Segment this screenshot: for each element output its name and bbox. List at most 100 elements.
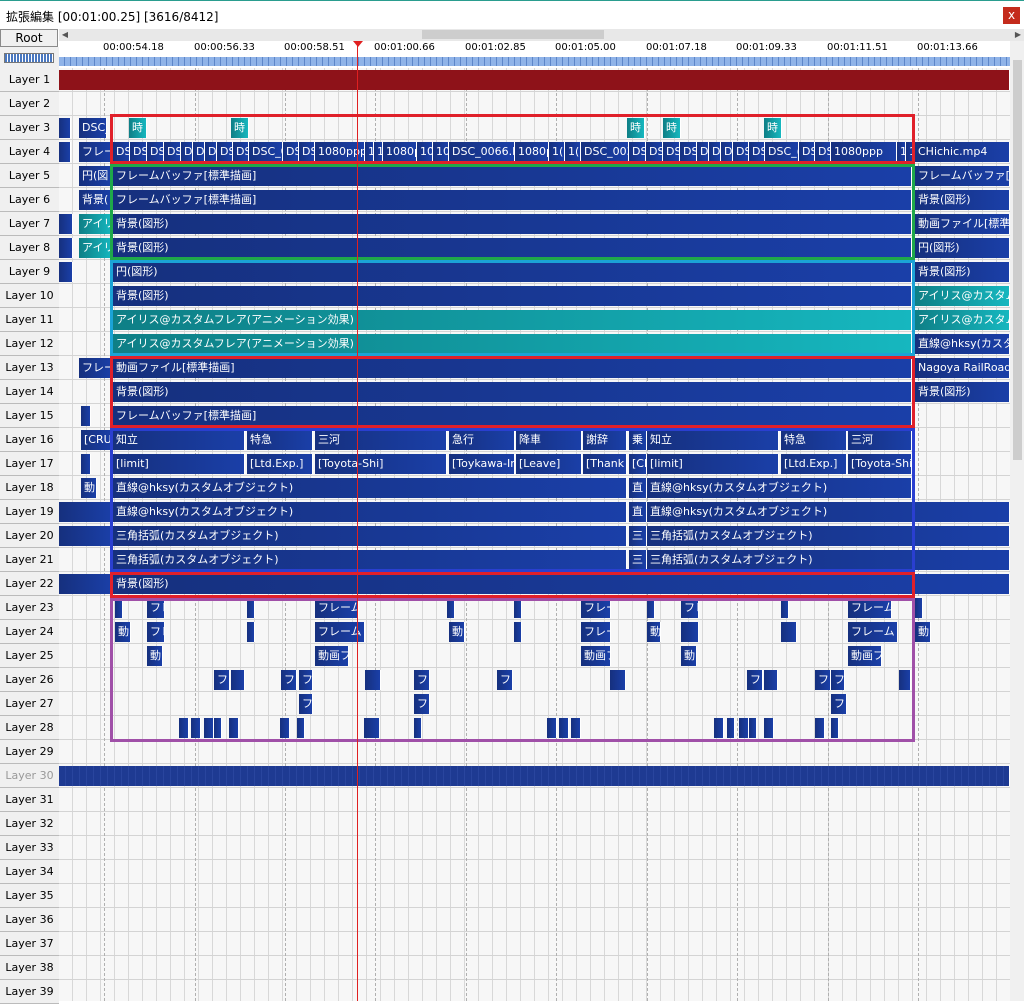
clip[interactable]: [59, 526, 113, 546]
clip[interactable]: [571, 718, 581, 738]
clip[interactable]: [514, 598, 522, 618]
layer-label[interactable]: Layer 15: [0, 404, 59, 428]
layer-label[interactable]: Layer 33: [0, 836, 59, 860]
clip[interactable]: [Leave]: [516, 454, 582, 474]
clip[interactable]: 動画ファイル[標準描画: [915, 214, 1010, 234]
clip[interactable]: 急行: [449, 430, 515, 450]
clip[interactable]: [781, 622, 797, 642]
clip[interactable]: 直: [629, 502, 647, 522]
clip[interactable]: [749, 718, 757, 738]
clip[interactable]: 直線@hksy(カスタムオブジェクト): [113, 478, 627, 498]
layer-label[interactable]: Layer 21: [0, 548, 59, 572]
clip[interactable]: 背景(図形): [915, 190, 1010, 210]
layer-label[interactable]: Layer 37: [0, 932, 59, 956]
clip[interactable]: フレ: [747, 670, 763, 690]
clip[interactable]: [247, 598, 255, 618]
clip[interactable]: [limit]: [113, 454, 245, 474]
clip[interactable]: DSC_0066.M(: [449, 142, 515, 162]
clip[interactable]: [764, 718, 774, 738]
clip[interactable]: [414, 718, 422, 738]
clip[interactable]: 1080p: [515, 142, 549, 162]
clip[interactable]: [Cl: [629, 454, 647, 474]
clip[interactable]: [204, 718, 214, 738]
clip[interactable]: フレ: [815, 670, 831, 690]
clip[interactable]: DSC_(: [765, 142, 799, 162]
timeline-area[interactable]: DSC_( 時 時 時 時 時 フレー DS DS DS DS D D D DS…: [59, 68, 1010, 1001]
zoom-slider[interactable]: [4, 53, 54, 63]
clip[interactable]: [Ltd.Exp.]: [781, 454, 847, 474]
clip[interactable]: フレーム: [315, 598, 359, 618]
clip[interactable]: 動画フ: [581, 646, 611, 666]
layer-label[interactable]: Layer 23: [0, 596, 59, 620]
clip[interactable]: 1(: [565, 142, 581, 162]
clip[interactable]: [Thank y: [583, 454, 627, 474]
clip[interactable]: DSC_003(: [581, 142, 629, 162]
clip[interactable]: 直: [629, 478, 647, 498]
clip[interactable]: フレー: [581, 622, 611, 642]
clip[interactable]: 直線@hksy(カスタム: [915, 334, 1010, 354]
clip[interactable]: フレ: [147, 598, 165, 618]
clip[interactable]: D: [205, 142, 217, 162]
clip[interactable]: 動: [915, 622, 931, 642]
clip[interactable]: 背景(図形): [915, 262, 1010, 282]
clip[interactable]: [364, 718, 380, 738]
time-ruler[interactable]: 00:00:54.18 00:00:56.33 00:00:58.51 00:0…: [59, 41, 1024, 57]
clip[interactable]: 動画フ: [315, 646, 349, 666]
clip[interactable]: 1080p: [383, 142, 417, 162]
layer-label[interactable]: Layer 34: [0, 860, 59, 884]
clip[interactable]: [Toyota-Shi]: [848, 454, 912, 474]
layer-label[interactable]: Layer 27: [0, 692, 59, 716]
clip[interactable]: [514, 622, 522, 642]
clip[interactable]: 三角括弧(カスタムオブジェクト): [647, 526, 1010, 546]
clip[interactable]: フレー: [581, 598, 611, 618]
clip[interactable]: 背景(図形): [915, 382, 1010, 402]
clip[interactable]: フレ: [299, 670, 313, 690]
root-button[interactable]: Root: [0, 29, 58, 47]
layer-label[interactable]: Layer 5: [0, 164, 59, 188]
clip[interactable]: [815, 718, 825, 738]
clip[interactable]: フレ: [281, 670, 297, 690]
clip[interactable]: [764, 670, 778, 690]
clip[interactable]: [681, 622, 699, 642]
clip[interactable]: フレ: [414, 670, 430, 690]
clip[interactable]: [59, 574, 113, 594]
clip[interactable]: DS: [299, 142, 315, 162]
clip[interactable]: [CRUS: [81, 430, 113, 450]
clip[interactable]: 三角括弧(カスタムオブジェクト): [647, 550, 1010, 570]
layer-label[interactable]: Layer 29: [0, 740, 59, 764]
clip[interactable]: フレ: [681, 598, 699, 618]
layer-label[interactable]: Layer 39: [0, 980, 59, 1004]
layer-label[interactable]: Layer 19: [0, 500, 59, 524]
clip[interactable]: [81, 454, 91, 474]
clip[interactable]: [781, 598, 789, 618]
layer-label[interactable]: Layer 9: [0, 260, 59, 284]
clip[interactable]: [179, 718, 189, 738]
layer-label[interactable]: Layer 11: [0, 308, 59, 332]
clip[interactable]: DS: [130, 142, 147, 162]
clip[interactable]: 1: [897, 142, 906, 162]
clip[interactable]: 円(図形): [915, 238, 1010, 258]
clip[interactable]: DS: [680, 142, 697, 162]
clip[interactable]: フレ: [497, 670, 513, 690]
clip[interactable]: [559, 718, 569, 738]
clip[interactable]: 直線@hksy(カスタムオブジェクト): [113, 502, 627, 522]
clip[interactable]: 動: [647, 622, 661, 642]
clip[interactable]: D: [193, 142, 205, 162]
clip[interactable]: フレー: [79, 142, 113, 162]
clip[interactable]: DS: [164, 142, 181, 162]
clip[interactable]: 三角括弧(カスタムオブジェクト): [113, 526, 627, 546]
clip[interactable]: アイリス@カスタムフレ: [915, 286, 1010, 306]
layer-label[interactable]: Layer 22: [0, 572, 59, 596]
clip[interactable]: アイリス@カスタムフレ: [915, 310, 1010, 330]
clip[interactable]: 三河: [315, 430, 447, 450]
layer-label[interactable]: Layer 35: [0, 884, 59, 908]
clip[interactable]: フレー: [79, 358, 113, 378]
clip[interactable]: D: [709, 142, 721, 162]
clip[interactable]: DSC_0: [249, 142, 283, 162]
layer-label[interactable]: Layer 38: [0, 956, 59, 980]
clip[interactable]: 動画フ: [848, 646, 882, 666]
clip[interactable]: [915, 598, 923, 618]
clip[interactable]: [214, 718, 222, 738]
clip[interactable]: 背景(図形): [113, 574, 1010, 594]
clip[interactable]: フレームバッファ[標準描画]: [113, 190, 912, 210]
